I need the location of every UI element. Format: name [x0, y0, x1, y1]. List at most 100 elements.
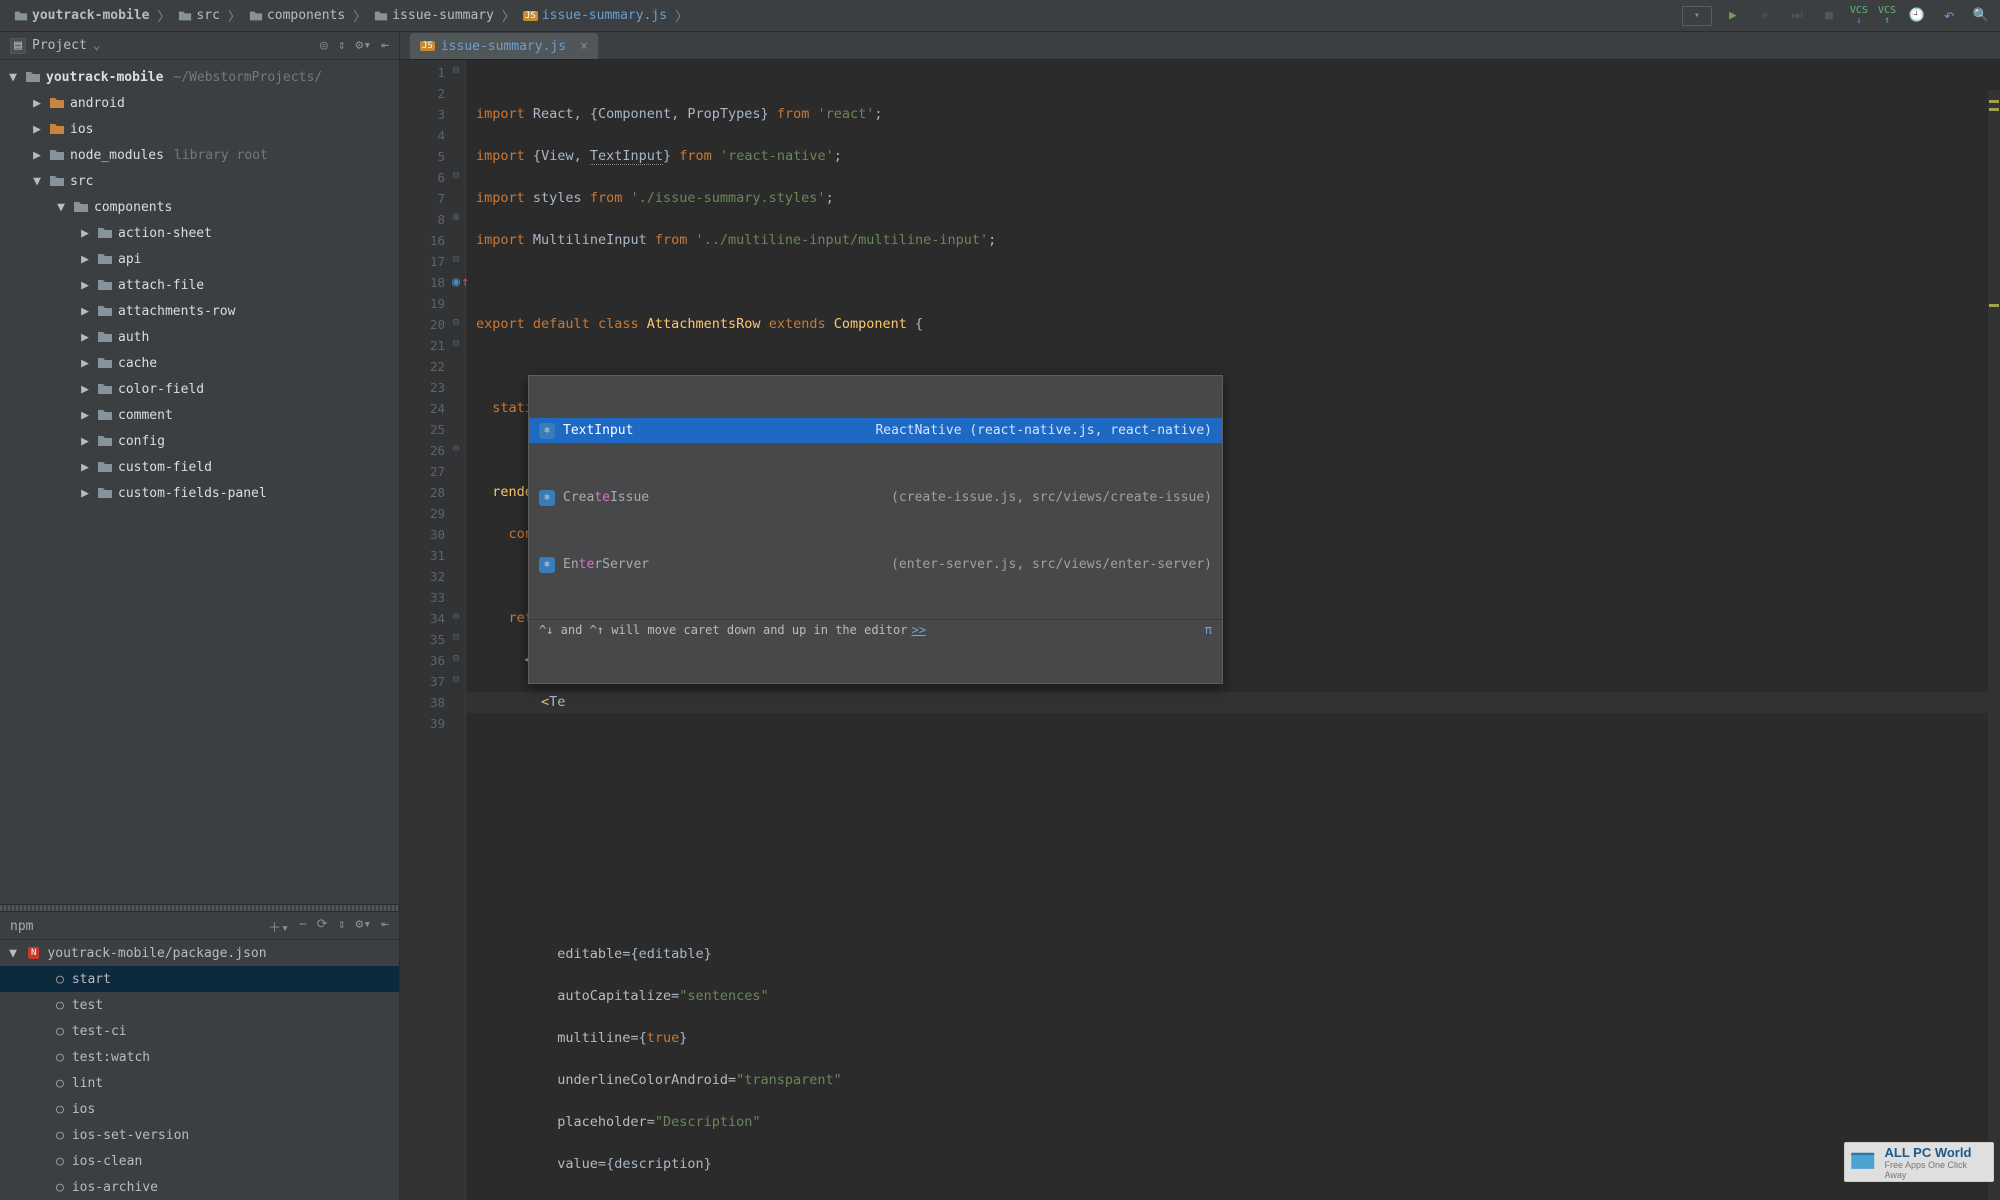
fold-icon[interactable]	[449, 501, 463, 522]
expand-arrow-icon[interactable]: ▶	[30, 148, 44, 163]
tree-row[interactable]: ▶android	[0, 90, 399, 116]
completion-item[interactable]: ⚛ CreateIssue (create-issue.js, src/view…	[529, 485, 1222, 510]
line-number[interactable]: 31	[400, 545, 445, 566]
tree-row[interactable]: ▶comment	[0, 402, 399, 428]
npm-script-row[interactable]: ○test:watch	[0, 1044, 399, 1070]
expand-arrow-icon[interactable]: ▶	[78, 486, 92, 501]
hint-link[interactable]: >>	[911, 620, 925, 641]
locate-icon[interactable]: ◎	[320, 38, 328, 53]
expand-arrow-icon[interactable]: ▶	[78, 330, 92, 345]
project-tree[interactable]: ▼youtrack-mobile~/WebstormProjects/▶andr…	[0, 60, 399, 902]
tree-row[interactable]: ▶color-field	[0, 376, 399, 402]
history-icon[interactable]: 🕘	[1906, 5, 1928, 27]
line-number[interactable]: 17	[400, 251, 445, 272]
line-number[interactable]: 19	[400, 293, 445, 314]
tree-row[interactable]: ▶attach-file	[0, 272, 399, 298]
collapse-icon[interactable]: ⇕	[338, 917, 346, 936]
marker-bar[interactable]	[1988, 90, 2000, 1200]
line-number[interactable]: 8	[400, 209, 445, 230]
tree-row[interactable]: ▶custom-field	[0, 454, 399, 480]
line-number[interactable]: 22	[400, 356, 445, 377]
expand-arrow-icon[interactable]: ▼	[30, 174, 44, 189]
fold-icon[interactable]: ⊟	[449, 648, 463, 669]
line-number[interactable]: 33	[400, 587, 445, 608]
vcs-commit-icon[interactable]: VCS↑	[1878, 6, 1896, 26]
fold-icon[interactable]	[449, 228, 463, 249]
line-number[interactable]: 36	[400, 650, 445, 671]
line-number[interactable]: 23	[400, 377, 445, 398]
completion-item[interactable]: ⚛ EnterServer (enter-server.js, src/view…	[529, 552, 1222, 577]
line-number[interactable]: 6	[400, 167, 445, 188]
expand-arrow-icon[interactable]: ▶	[78, 434, 92, 449]
fold-icon[interactable]: ⊟	[449, 606, 463, 627]
fold-icon[interactable]	[449, 585, 463, 606]
tab-issue-summary[interactable]: JS issue-summary.js ×	[410, 33, 598, 59]
code-completion-popup[interactable]: ⚛ TextInput ReactNative (react-native.js…	[528, 375, 1223, 684]
npm-script-row[interactable]: ○ios	[0, 1096, 399, 1122]
npm-title[interactable]: npm	[10, 919, 33, 934]
npm-script-row[interactable]: ○ios-clean	[0, 1148, 399, 1174]
fold-icon[interactable]	[449, 711, 463, 732]
run-icon[interactable]: ▶	[1722, 5, 1744, 27]
project-panel-title[interactable]: Project	[32, 38, 87, 53]
fold-icon[interactable]	[449, 690, 463, 711]
line-number[interactable]: 38	[400, 692, 445, 713]
line-number[interactable]: 25	[400, 419, 445, 440]
tree-row[interactable]: ▶action-sheet	[0, 220, 399, 246]
add-icon[interactable]: ＋▾	[268, 917, 289, 936]
fold-icon[interactable]	[449, 459, 463, 480]
fold-icon[interactable]	[449, 102, 463, 123]
fold-icon[interactable]: ⊟	[449, 165, 463, 186]
fold-icon[interactable]	[449, 543, 463, 564]
expand-arrow-icon[interactable]: ▼	[6, 70, 20, 85]
fold-icon[interactable]: ⊟	[449, 669, 463, 690]
crumb-src[interactable]: src	[172, 6, 225, 25]
tree-row[interactable]: ▶config	[0, 428, 399, 454]
npm-script-row[interactable]: ○start	[0, 966, 399, 992]
npm-script-row[interactable]: ○lint	[0, 1070, 399, 1096]
line-number[interactable]: 20	[400, 314, 445, 335]
fold-icon[interactable]	[449, 81, 463, 102]
line-number[interactable]: 26	[400, 440, 445, 461]
line-number[interactable]: 37	[400, 671, 445, 692]
expand-arrow-icon[interactable]: ▶	[78, 382, 92, 397]
npm-tree[interactable]: ▼ N youtrack-mobile/package.json ○start○…	[0, 940, 399, 1200]
completion-item[interactable]: ⚛ TextInput ReactNative (react-native.js…	[529, 418, 1222, 443]
tree-row[interactable]: ▼src	[0, 168, 399, 194]
hide-icon[interactable]: ⇤	[381, 38, 389, 53]
expand-arrow-icon[interactable]: ▶	[78, 408, 92, 423]
close-icon[interactable]: ×	[580, 39, 588, 54]
expand-arrow-icon[interactable]: ▶	[78, 304, 92, 319]
fold-icon[interactable]	[449, 564, 463, 585]
fold-icon[interactable]: ⊟	[449, 333, 463, 354]
gear-icon[interactable]: ⚙▾	[356, 917, 372, 936]
line-number[interactable]: 21	[400, 335, 445, 356]
pi-icon[interactable]: π	[1205, 620, 1212, 641]
fold-icon[interactable]	[449, 354, 463, 375]
tree-row[interactable]: ▶attachments-row	[0, 298, 399, 324]
fold-icon[interactable]: ⊟	[449, 627, 463, 648]
line-number[interactable]: 27	[400, 461, 445, 482]
tree-row[interactable]: ▶node_moduleslibrary root	[0, 142, 399, 168]
search-icon[interactable]: 🔍	[1970, 5, 1992, 27]
line-number[interactable]: 4	[400, 125, 445, 146]
crumb-root[interactable]: youtrack-mobile	[8, 6, 155, 25]
expand-arrow-icon[interactable]: ▼	[54, 200, 68, 215]
vcs-update-icon[interactable]: VCS↓	[1850, 6, 1868, 26]
editor-tabs[interactable]: JS issue-summary.js ×	[400, 32, 2000, 60]
fold-icon[interactable]: ⊟	[449, 312, 463, 333]
tree-row[interactable]: ▶ios	[0, 116, 399, 142]
line-number[interactable]: 24	[400, 398, 445, 419]
tree-row[interactable]: ▼components	[0, 194, 399, 220]
fold-icon[interactable]	[449, 396, 463, 417]
crumb-file[interactable]: JS issue-summary.js	[517, 6, 673, 25]
expand-arrow-icon[interactable]: ▶	[78, 252, 92, 267]
line-number[interactable]: 2	[400, 83, 445, 104]
run-config-dropdown[interactable]: ▾	[1682, 6, 1712, 26]
fold-icon[interactable]	[449, 480, 463, 501]
line-number[interactable]: 1	[400, 62, 445, 83]
tree-row[interactable]: ▼youtrack-mobile~/WebstormProjects/	[0, 64, 399, 90]
line-number[interactable]: 5	[400, 146, 445, 167]
fold-icon[interactable]: ⊞	[449, 207, 463, 228]
chevron-down-icon[interactable]: ⌄	[93, 38, 101, 53]
